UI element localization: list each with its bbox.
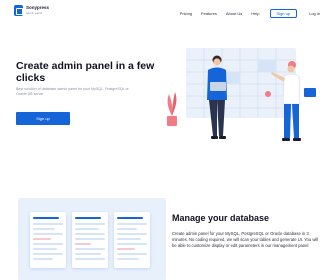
brand-tagline: admin panel — [26, 10, 43, 15]
nav-signup-button[interactable]: Sign up — [269, 9, 298, 18]
logo-icon — [14, 5, 23, 16]
nav-login-link[interactable]: Log in — [309, 11, 320, 16]
nav-link-help[interactable]: Help — [251, 11, 259, 16]
plant-icon — [167, 92, 177, 126]
hero-signup-button[interactable]: Sign up — [16, 112, 70, 125]
nav-link-about[interactable]: About Us — [226, 11, 242, 16]
nav-link-features[interactable]: Features — [201, 11, 217, 16]
screen-card — [114, 212, 150, 268]
nav-link-pricing[interactable]: Pricing — [180, 11, 192, 16]
brand-logo[interactable]: Sonypress admin panel — [14, 5, 49, 16]
hero-title: Create admin panel in a few clicks — [16, 60, 155, 84]
section-description: Create admin panel for your MySQL, Postg… — [172, 231, 319, 249]
section-title: Manage your database — [172, 213, 270, 223]
top-nav: Sonypress admin panel Pricing Features A… — [0, 0, 336, 26]
screen-card — [72, 212, 108, 268]
hero-subtitle: Best solution of database admin panel fo… — [16, 87, 129, 96]
hero-illustration — [167, 48, 316, 141]
screen-card — [30, 212, 66, 268]
nav-links: Pricing Features About Us Help Sign up L… — [171, 9, 320, 18]
